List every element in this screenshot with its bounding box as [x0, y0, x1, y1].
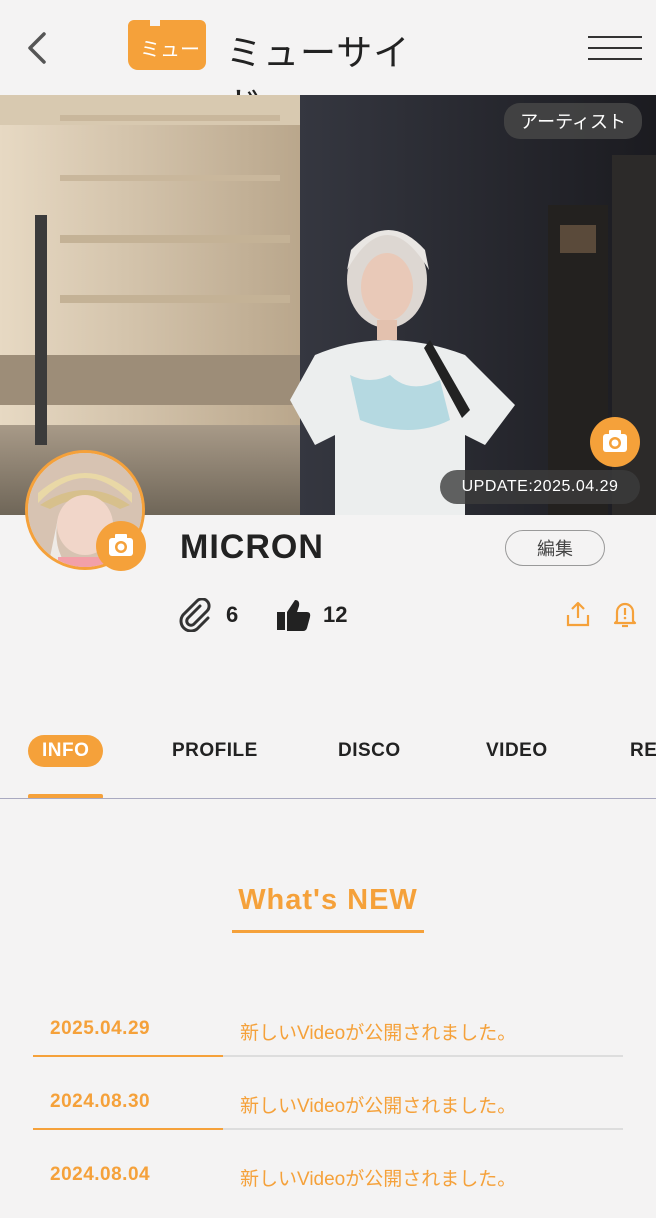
site-logo[interactable]: ミュー ミューサイド [128, 18, 418, 126]
share-button[interactable] [565, 600, 591, 628]
camera-icon [109, 534, 133, 556]
tab-video[interactable]: VIDEO [486, 740, 548, 762]
news-item[interactable]: 2024.08.30 新しいVideoが公開されました。 [33, 1073, 623, 1145]
likes-count: 12 [323, 602, 348, 627]
likes-stat[interactable]: 12 [275, 598, 365, 632]
news-date: 2024.08.04 [50, 1164, 151, 1185]
thumbs-up-icon [277, 600, 311, 631]
camera-icon [603, 430, 627, 452]
logo-mark-text: ミュー [140, 37, 200, 61]
news-divider-accent [33, 1128, 223, 1130]
tab-bar: INFO PROFILE DISCO VIDEO RE [0, 730, 656, 800]
tab-disco[interactable]: DISCO [338, 740, 401, 762]
top-bar: ミュー ミューサイド [0, 0, 656, 126]
artist-name: MICRON [180, 528, 324, 566]
hamburger-menu-icon [588, 36, 642, 60]
news-divider-accent [33, 1055, 223, 1057]
report-button[interactable] [612, 600, 638, 628]
edit-button[interactable]: 編集 [505, 530, 605, 566]
news-date: 2024.08.30 [50, 1091, 151, 1112]
update-date: UPDATE:2025.04.29 [440, 470, 640, 504]
avatar-camera-button[interactable] [96, 521, 146, 571]
whats-new-title: What's NEW [238, 884, 418, 916]
tab-info[interactable]: INFO [28, 735, 104, 767]
menu-button[interactable] [588, 34, 642, 62]
news-date: 2025.04.29 [50, 1018, 151, 1039]
alert-bell-icon [613, 602, 637, 628]
back-button[interactable] [22, 28, 56, 68]
chevron-left-icon [28, 32, 46, 64]
news-item[interactable]: 2025.04.29 新しいVideoが公開されました。 [33, 1000, 623, 1072]
cover-camera-button[interactable] [590, 417, 640, 467]
whats-new-underline [232, 930, 424, 933]
tab-profile[interactable]: PROFILE [172, 740, 258, 762]
share-icon [566, 601, 590, 627]
news-text[interactable]: 新しいVideoが公開されました。 [240, 1164, 516, 1191]
clips-stat[interactable]: 6 [178, 598, 248, 632]
artist-badge: アーティスト [504, 103, 642, 139]
news-text[interactable]: 新しいVideoが公開されました。 [240, 1091, 516, 1118]
tab-re[interactable]: RE [630, 740, 656, 762]
clips-count: 6 [226, 602, 239, 627]
paperclip-icon [179, 598, 211, 632]
logo-mark: ミュー [128, 20, 206, 70]
news-text[interactable]: 新しいVideoが公開されました。 [240, 1018, 516, 1045]
news-item[interactable]: 2024.08.04 新しいVideoが公開されました。 [33, 1146, 623, 1218]
tabs-divider [0, 798, 656, 799]
